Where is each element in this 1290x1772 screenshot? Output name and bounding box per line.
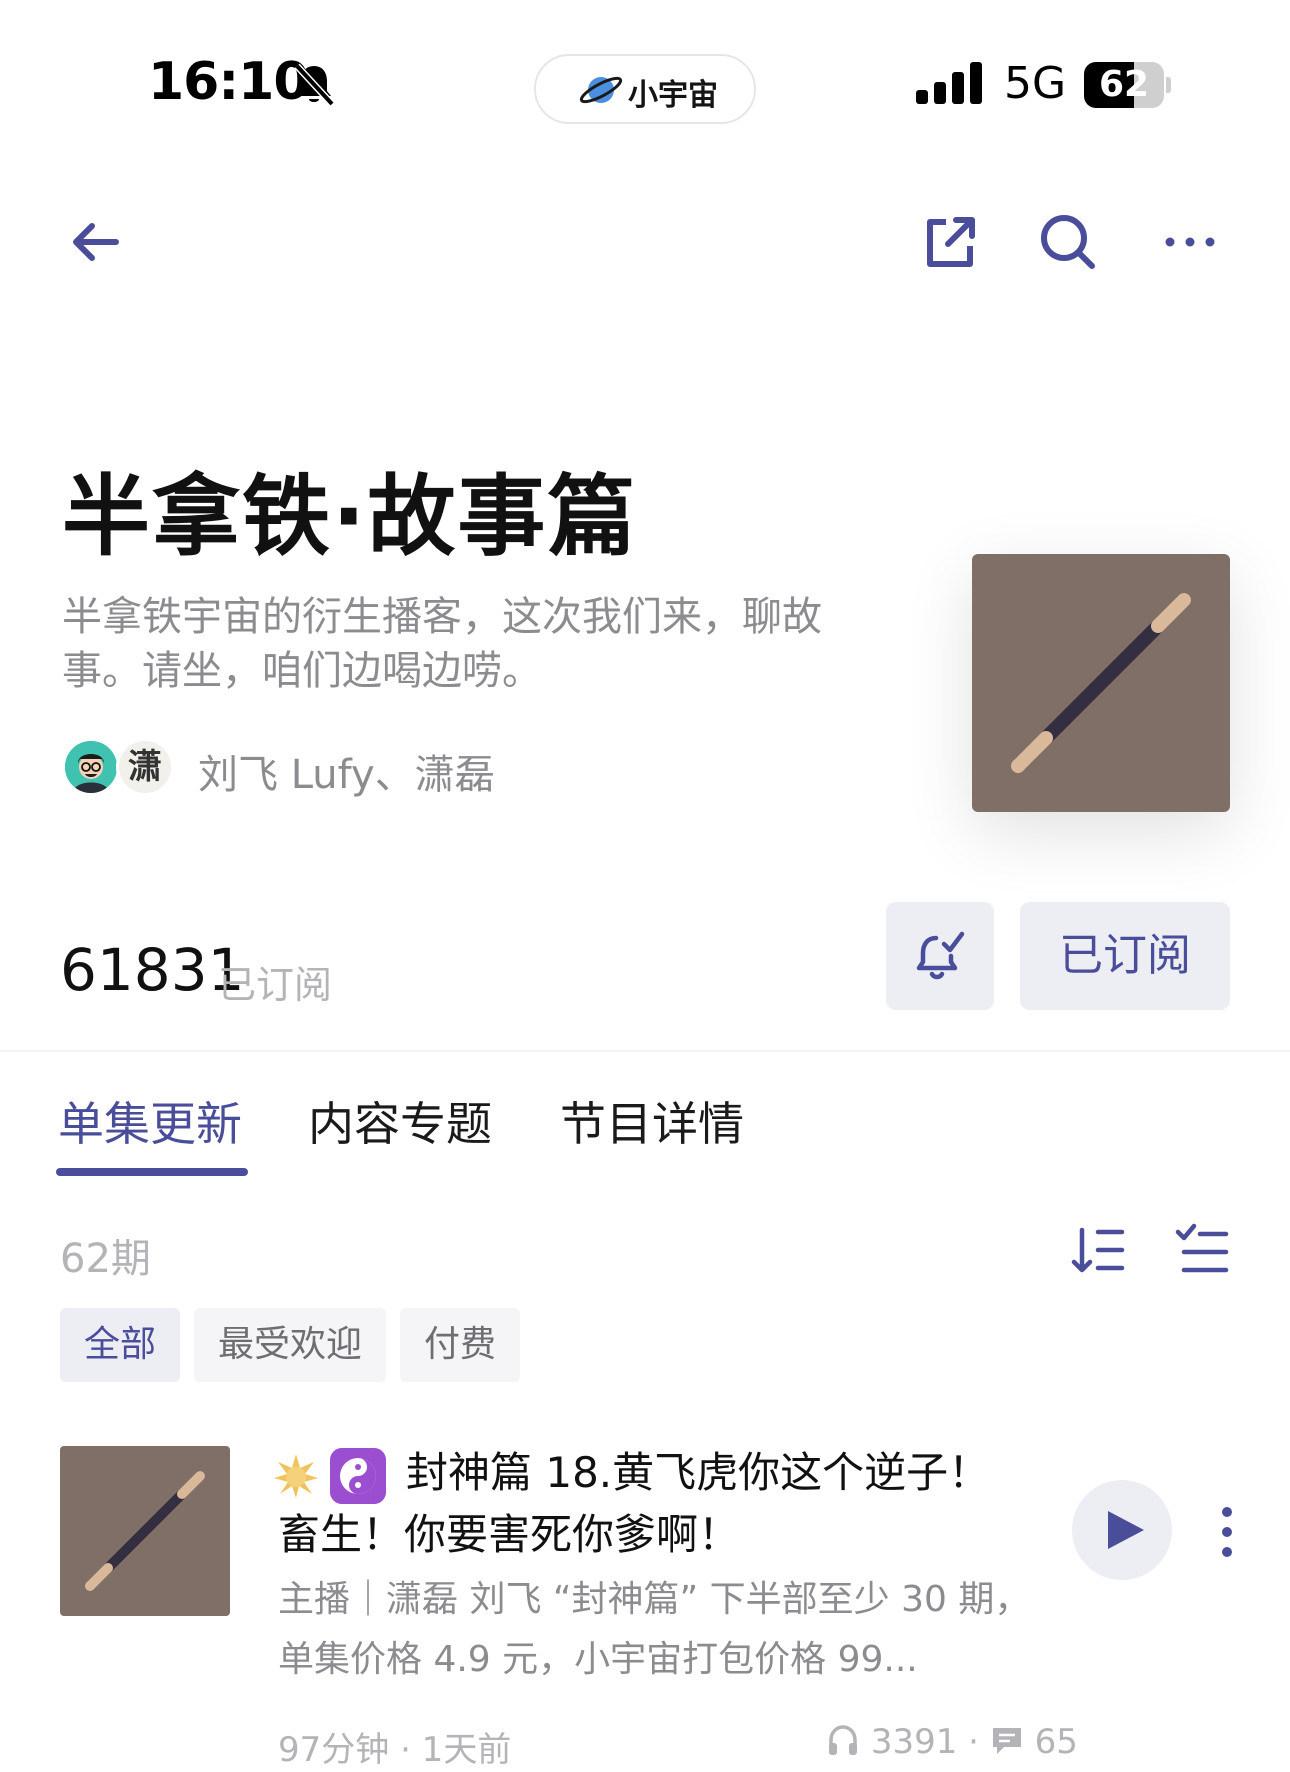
share-external-icon[interactable]: [918, 210, 982, 274]
filter-chip-paid[interactable]: 付费: [400, 1308, 521, 1382]
nav-bar: [0, 200, 1290, 290]
hosts-row[interactable]: 潇 刘飞 Lufy、潇磊: [62, 738, 762, 798]
episode-title[interactable]: 封神篇 18.黄飞虎你这个逆子！畜生！你要害死你爹啊！: [278, 1442, 1018, 1566]
play-button[interactable]: [1072, 1480, 1172, 1580]
comment-icon: [992, 1728, 1021, 1754]
app-indicator-pill[interactable]: 小宇宙: [534, 54, 756, 124]
arrow-left-icon[interactable]: [64, 210, 128, 274]
stats-separator: ·: [957, 1722, 990, 1762]
host-avatar-illustration: [65, 741, 117, 793]
avatar-glyph: 潇: [128, 747, 162, 787]
chopstick-artwork: [1011, 593, 1191, 773]
subscriber-count: 61831: [60, 936, 245, 1004]
status-bar: 16:10 小宇宙 5G 62: [0, 0, 1290, 140]
comment-count[interactable]: 65: [1035, 1722, 1078, 1762]
episode-stats: 3391 · 65: [826, 1722, 1246, 1770]
headphones-icon: [829, 1725, 857, 1755]
tab-episodes[interactable]: 单集更新: [58, 1088, 242, 1154]
episode-duration-age: 97分钟 · 1天前: [278, 1730, 512, 1770]
status-time: 16:10: [148, 52, 310, 112]
podcast-title: 半拿铁·故事篇: [62, 465, 638, 568]
section-divider: [0, 1050, 1290, 1052]
battery-level: 62: [1098, 64, 1150, 105]
tab-details[interactable]: 节目详情: [560, 1088, 744, 1154]
network-type: 5G: [1004, 58, 1067, 109]
cellular-signal-icon: [916, 62, 982, 104]
bell-slash-icon: [294, 63, 335, 107]
more-horizontal-icon[interactable]: [1158, 210, 1222, 274]
hosts-label[interactable]: 刘飞 Lufy、潇磊: [198, 742, 495, 800]
tab-topics[interactable]: 内容专题: [308, 1088, 492, 1154]
battery-cap: [1166, 77, 1171, 93]
checklist-icon[interactable]: [1174, 1222, 1230, 1278]
notification-bell-button[interactable]: [886, 902, 994, 1010]
subscriber-count-label: 已订阅: [218, 963, 333, 1007]
avatar: 潇: [116, 738, 174, 796]
chopstick-artwork: [85, 1471, 205, 1591]
play-icon: [1108, 1511, 1144, 1549]
active-tab-indicator: [56, 1168, 248, 1176]
bell-icon: [916, 931, 965, 980]
avatar: [62, 738, 120, 796]
episode-cover[interactable]: [60, 1446, 230, 1616]
podcast-cover[interactable]: [972, 554, 1230, 812]
episode-description: 主播｜潇磊 刘飞 “封神篇” 下半部至少 30 期，单集价格 4.9 元，小宇宙…: [278, 1579, 1031, 1680]
battery-body: 62: [1084, 62, 1164, 108]
filter-chip-all[interactable]: 全部: [60, 1308, 181, 1382]
battery-indicator: 62: [1084, 62, 1171, 108]
more-vertical-icon[interactable]: [1212, 1504, 1242, 1560]
search-icon[interactable]: [1036, 210, 1100, 274]
filter-chip-popular[interactable]: 最受欢迎: [194, 1308, 387, 1382]
episode-count: 62期: [60, 1236, 151, 1282]
sort-order-icon[interactable]: [1070, 1222, 1126, 1278]
subscribed-button[interactable]: 已订阅: [1020, 902, 1230, 1010]
listen-count: 3391: [870, 1722, 958, 1762]
podcast-description: 半拿铁宇宙的衍生播客，这次我们来，聊故事。请坐，咱们边喝边唠。: [62, 594, 822, 694]
planet-icon: [579, 76, 623, 104]
app-pill-label: 小宇宙: [628, 78, 718, 113]
